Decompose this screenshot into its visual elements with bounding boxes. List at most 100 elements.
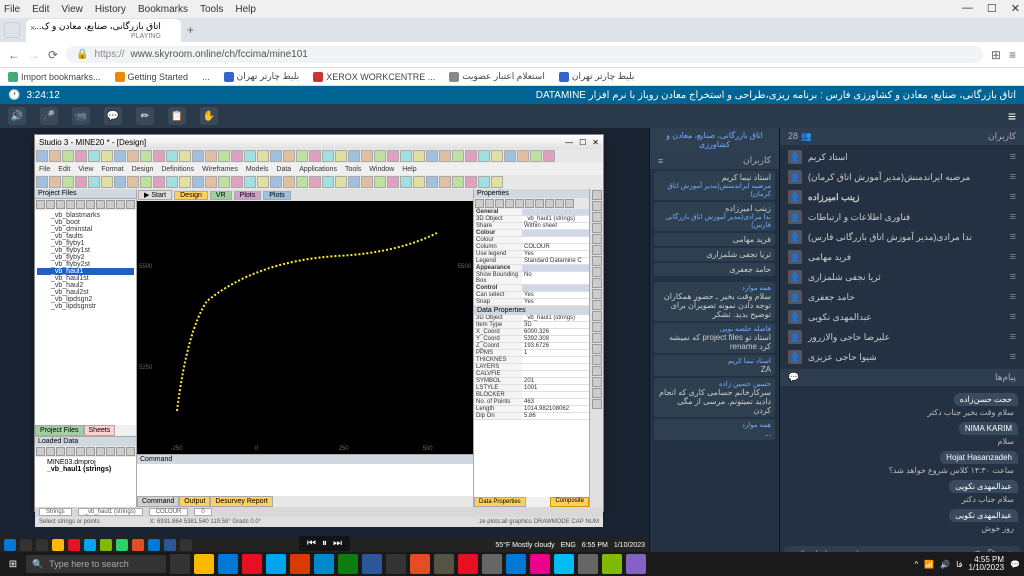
tab-command[interactable]: Command xyxy=(137,496,179,507)
data-property-row[interactable]: THICKNES xyxy=(474,357,589,364)
toolbar-icon[interactable] xyxy=(153,176,165,188)
toolbar-icon[interactable] xyxy=(400,150,412,162)
data-property-row[interactable]: LAYERS xyxy=(474,364,589,371)
toolbar-icon[interactable] xyxy=(335,176,347,188)
toolbar-icon[interactable] xyxy=(491,150,503,162)
toolbar-icon[interactable] xyxy=(270,150,282,162)
toolbar-icon[interactable] xyxy=(296,176,308,188)
file-tree-item[interactable]: _vb_haul1 xyxy=(37,268,134,275)
close-button[interactable]: ✕ xyxy=(1011,2,1020,15)
tab-close-icon[interactable]: × xyxy=(30,23,35,33)
inner-user-item[interactable]: زینب امیرزادهندا مرادی(مدیر آموزش اتاق ب… xyxy=(654,202,775,231)
forward-button[interactable]: → xyxy=(28,48,40,62)
toolbar-icon[interactable] xyxy=(465,150,477,162)
toolbar-icon[interactable] xyxy=(387,150,399,162)
toolbar-icon[interactable] xyxy=(231,150,243,162)
user-list-item[interactable]: ≡فناوری اطلاعات و ارتباطات👤 xyxy=(780,207,1024,227)
toolbar-icon[interactable] xyxy=(205,176,217,188)
camera-button[interactable]: 📹 xyxy=(72,107,90,125)
panel-toolbar-icon[interactable] xyxy=(56,200,65,209)
file-tree-item[interactable]: _vb_flyby2st xyxy=(37,261,134,268)
firefox-icon[interactable] xyxy=(242,554,262,574)
panel-toolbar-icon[interactable] xyxy=(495,199,504,208)
plot-tab-design[interactable]: Design xyxy=(174,191,208,200)
panel-toolbar-icon[interactable] xyxy=(96,447,105,456)
side-toolbar-icon[interactable] xyxy=(592,399,602,409)
data-property-row[interactable]: Length1014.982108062 xyxy=(474,406,589,413)
panel-toolbar-icon[interactable] xyxy=(565,199,574,208)
tab-project-files[interactable]: Project Files xyxy=(35,425,84,436)
studio-minimize[interactable]: — xyxy=(565,138,573,147)
toolbar-icon[interactable] xyxy=(127,176,139,188)
toolbar-icon[interactable] xyxy=(231,176,243,188)
plot-area[interactable]: 5500 5250 -250 0 250 500 5500 xyxy=(137,201,473,454)
toolbar-icon[interactable] xyxy=(166,150,178,162)
panel-toolbar-icon[interactable] xyxy=(106,200,115,209)
toolbar-icon[interactable] xyxy=(127,150,139,162)
tab-sheets[interactable]: Sheets xyxy=(84,425,116,436)
lang-icon[interactable]: فا xyxy=(956,560,962,569)
studio-titlebar[interactable]: Studio 3 - MINE20 * - [Design] — ☐ ✕ xyxy=(35,135,603,149)
inner-user-item[interactable]: حامد جعفری xyxy=(654,263,775,276)
property-row[interactable]: 3D Object_vb_haul1 (strings) xyxy=(474,216,589,223)
bars-icon[interactable]: ≡ xyxy=(658,156,663,166)
file-tree-item[interactable]: _vb_blastmarks xyxy=(37,212,134,219)
user-list-item[interactable]: ≡مرضیه ایراندمنش(مدیر آموزش اتاق کرمان)👤 xyxy=(780,167,1024,187)
side-toolbar-icon[interactable] xyxy=(592,366,602,376)
toolbar-icon[interactable] xyxy=(439,176,451,188)
taskbar-search[interactable]: 🔍 Type here to search xyxy=(26,555,166,573)
panel-toolbar-icon[interactable] xyxy=(126,447,135,456)
toolbar-icon[interactable] xyxy=(361,150,373,162)
panel-toolbar-icon[interactable] xyxy=(525,199,534,208)
app-icon[interactable] xyxy=(386,554,406,574)
file-tree-item[interactable]: _vb_dminstal xyxy=(37,226,134,233)
status-field[interactable]: 0 xyxy=(194,508,211,516)
browser-tab[interactable]: × اتاق بازرگانی، صنایع، معادن و ک... PLA… xyxy=(26,19,181,42)
studio-menu-item[interactable]: Design xyxy=(132,166,154,173)
side-toolbar-icon[interactable] xyxy=(592,278,602,288)
toolbar-icon[interactable] xyxy=(478,176,490,188)
studio-menu-item[interactable]: Edit xyxy=(58,166,70,173)
panel-toolbar-icon[interactable] xyxy=(96,200,105,209)
tab-desurvey[interactable]: Desurvey Report xyxy=(210,496,273,507)
data-property-row[interactable]: BLOCKER xyxy=(474,392,589,399)
property-row[interactable]: ColumnCOLOUR xyxy=(474,244,589,251)
toolbar-icon[interactable] xyxy=(244,176,256,188)
new-tab-button[interactable]: + xyxy=(187,23,194,37)
panel-toolbar-icon[interactable] xyxy=(46,200,55,209)
excel-icon[interactable] xyxy=(338,554,358,574)
studio-maximize[interactable]: ☐ xyxy=(579,138,586,147)
app-icon[interactable] xyxy=(410,554,430,574)
speaker-button[interactable]: 🔊 xyxy=(8,107,26,125)
panel-toolbar-icon[interactable] xyxy=(116,200,125,209)
file-tree-item[interactable]: _vb_lipdsgn2 xyxy=(37,296,134,303)
toolbar-icon[interactable] xyxy=(413,176,425,188)
studio-menu-item[interactable]: Applications xyxy=(299,166,337,173)
data-property-row[interactable]: CALVFIE xyxy=(474,371,589,378)
user-list-item[interactable]: ≡زینب امیرزاده👤 xyxy=(780,187,1024,207)
next-button[interactable]: ⏭ xyxy=(333,538,342,549)
app-icon[interactable] xyxy=(290,554,310,574)
explorer-icon[interactable] xyxy=(194,554,214,574)
file-tree[interactable]: _vb_blastmarks_vb_boot_vb_dminstal_vb_fa… xyxy=(35,210,136,425)
toolbar-icon[interactable] xyxy=(257,176,269,188)
status-field[interactable]: _vb_haul1 (strings) xyxy=(78,508,143,516)
file-tree-item[interactable]: _vb_faults xyxy=(37,233,134,240)
plot-tab-vr[interactable]: VR xyxy=(210,191,232,200)
panel-toolbar-icon[interactable] xyxy=(485,199,494,208)
status-field[interactable]: COLOUR xyxy=(149,508,189,516)
panel-toolbar-icon[interactable] xyxy=(86,200,95,209)
data-property-row[interactable]: X_Coord6000.326 xyxy=(474,329,589,336)
side-toolbar-icon[interactable] xyxy=(592,322,602,332)
plot-tab-plots1[interactable]: Plots xyxy=(234,191,262,200)
toolbar-icon[interactable] xyxy=(439,150,451,162)
panel-toolbar-icon[interactable] xyxy=(86,447,95,456)
plot-tab-plots2[interactable]: Plots xyxy=(263,191,291,200)
menu-file[interactable]: File xyxy=(4,4,20,15)
property-row[interactable]: ShareWithin sheet xyxy=(474,223,589,230)
menu-tools[interactable]: Tools xyxy=(200,4,223,15)
notifications-icon[interactable]: 💬 xyxy=(1010,560,1020,569)
toolbar-icon[interactable] xyxy=(166,176,178,188)
chrome-icon[interactable] xyxy=(266,554,286,574)
panel-toolbar-icon[interactable] xyxy=(76,447,85,456)
